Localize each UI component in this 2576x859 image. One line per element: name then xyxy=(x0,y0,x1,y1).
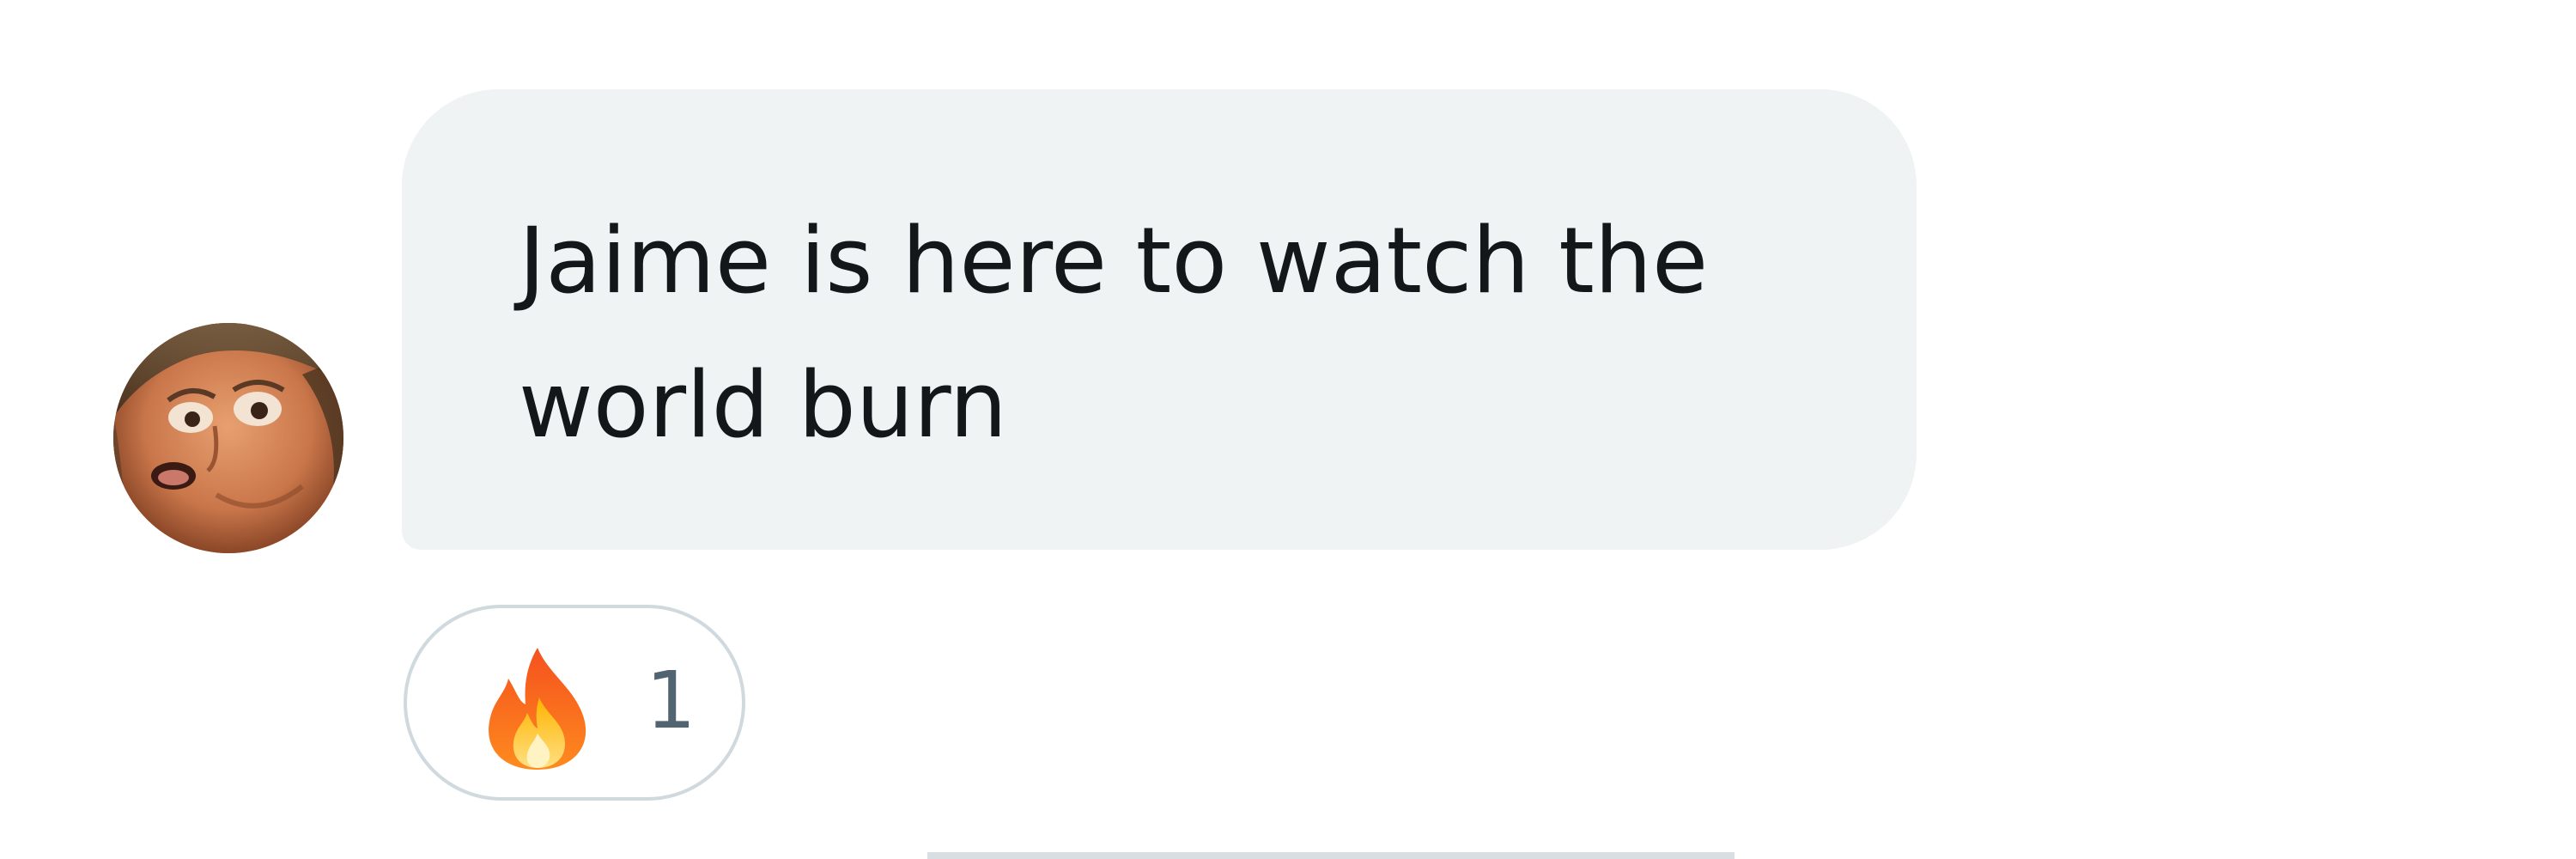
reaction-count: 1 xyxy=(646,655,696,746)
avatar[interactable] xyxy=(113,323,343,553)
message-bubble[interactable]: Jaime is here to watch the world burn xyxy=(402,89,1917,550)
chat-message-row: Jaime is here to watch the world burn 1 xyxy=(0,0,2576,859)
avatar-image xyxy=(113,323,343,553)
message-text-line-2: world burn xyxy=(519,352,1007,458)
message-text-line-1: Jaime is here to watch the xyxy=(519,208,1709,314)
fire-icon xyxy=(489,648,586,770)
next-message-preview xyxy=(927,852,1735,859)
reaction-pill[interactable]: 1 xyxy=(404,605,745,801)
